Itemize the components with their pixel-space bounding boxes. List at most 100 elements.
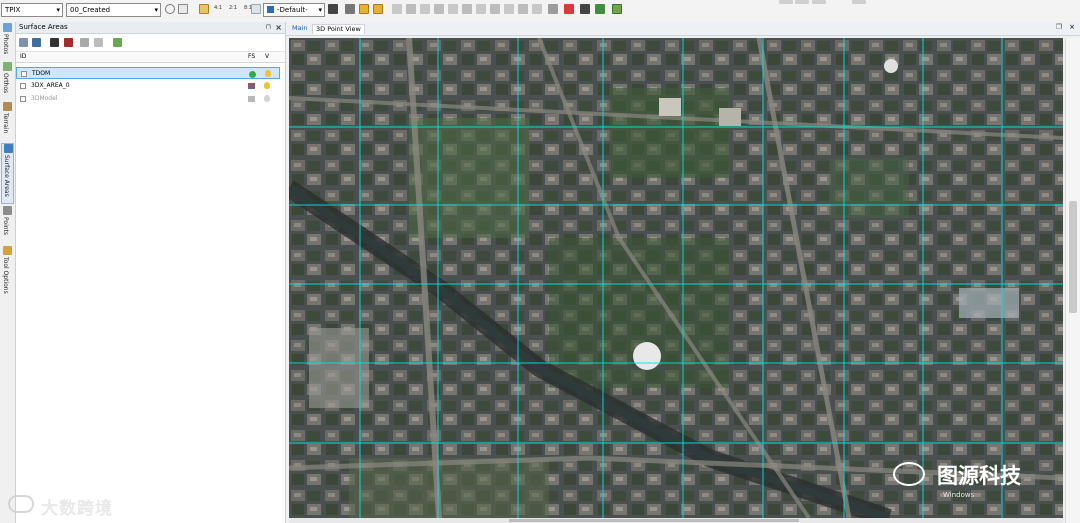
horizontal-scrollbar[interactable] [289, 518, 1063, 523]
tab-orthos-label: Orthos [2, 73, 9, 94]
col-fs[interactable]: FS [248, 52, 255, 62]
tool-13-icon[interactable] [595, 4, 605, 14]
main-toolbar: TPIX ▾ 00_Created ▾ 4:1 2:1 8:1 -Default… [0, 0, 1080, 23]
tool-options-icon [3, 246, 12, 255]
close-icon[interactable]: × [275, 22, 282, 33]
tab-points[interactable]: Points [1, 206, 14, 245]
delete-icon[interactable] [64, 38, 73, 47]
tool-11-icon[interactable] [532, 4, 542, 14]
delete-icon[interactable] [564, 4, 574, 14]
close-icon[interactable]: × [1069, 23, 1075, 31]
fit-icon[interactable] [199, 4, 209, 14]
watermark-logo-icon [8, 495, 34, 513]
col-id[interactable]: ID [20, 52, 26, 62]
measure-icon[interactable] [580, 4, 590, 14]
restore-icon[interactable]: ❐ [1056, 23, 1062, 31]
chevron-down-icon: ▾ [318, 6, 322, 14]
row-name: 3DModel [31, 95, 58, 102]
move-down-icon[interactable] [94, 38, 103, 47]
table-row[interactable]: 3DModel [16, 93, 280, 105]
tab-tool-options-label: Tool Options [2, 257, 9, 294]
tool-15-icon[interactable] [795, 0, 809, 4]
row-checkbox[interactable] [21, 71, 27, 77]
add-area-icon[interactable] [113, 38, 122, 47]
watermark-left-text: 大数跨境 [41, 499, 113, 519]
view-tabbar: Main 3D Point View ❐ × [286, 22, 1080, 36]
col-v[interactable]: V [265, 52, 269, 62]
scroll-thumb[interactable] [509, 519, 799, 522]
row-name: TDOM [32, 70, 51, 77]
table-header: ID FS V [16, 52, 285, 63]
import-icon[interactable] [50, 38, 59, 47]
panel-title: Surface Areas [19, 23, 68, 31]
tab-photos[interactable]: Photos [1, 23, 14, 61]
ortho-icon [3, 62, 12, 71]
terrain-icon [3, 102, 12, 111]
surface-areas-panel: Surface Areas ⊓ × ID FS V TDOM 3DX_AREA_… [8, 22, 286, 523]
tool-5-icon[interactable] [448, 4, 458, 14]
tool-9-icon[interactable] [504, 4, 514, 14]
scroll-thumb[interactable] [1069, 201, 1077, 313]
stage-combo[interactable]: 00_Created ▾ [66, 3, 161, 17]
chevron-down-icon: ▾ [154, 6, 158, 14]
tab-3d-point-view[interactable]: 3D Point View [312, 24, 365, 34]
tool-6-icon[interactable] [462, 4, 472, 14]
tool-12-icon[interactable] [548, 4, 558, 14]
zoom-2-1-button[interactable]: 2:1 [229, 5, 237, 11]
move-up-icon[interactable] [80, 38, 89, 47]
aerial-image[interactable] [289, 38, 1063, 518]
wechat-icon [893, 462, 925, 486]
side-tab-strip: Photos Orthos Terrain Surface Areas Poin… [0, 22, 16, 523]
open-icon[interactable] [19, 38, 28, 47]
lock-icon[interactable] [359, 4, 369, 14]
points-icon [3, 206, 12, 215]
tab-terrain[interactable]: Terrain [1, 102, 14, 144]
tool-8-icon[interactable] [490, 4, 500, 14]
row-checkbox[interactable] [20, 83, 26, 89]
tool-4-icon[interactable] [434, 4, 444, 14]
tab-photos-label: Photos [2, 34, 9, 55]
tool-3-icon[interactable] [420, 4, 430, 14]
layer-icon[interactable] [612, 4, 622, 14]
view-area: Main 3D Point View ❐ × 图源科技 Windows [286, 22, 1080, 523]
cursor-icon[interactable] [178, 4, 188, 14]
tool-10-icon[interactable] [518, 4, 528, 14]
tab-points-label: Points [2, 217, 9, 236]
panel-toolbar [16, 34, 285, 52]
status-ok-icon [249, 71, 256, 78]
unlock-icon[interactable] [373, 4, 383, 14]
tool-2-icon[interactable] [406, 4, 416, 14]
style-combo-value: -Default- [277, 6, 308, 14]
edit-icon[interactable] [328, 4, 338, 14]
row-name: 3DX_AREA_0 [31, 82, 70, 89]
save-icon[interactable] [345, 4, 355, 14]
tool-14-icon[interactable] [779, 0, 793, 4]
row-checkbox[interactable] [20, 96, 26, 102]
table-row[interactable]: 3DX_AREA_0 [16, 80, 280, 92]
style-combo[interactable]: -Default- ▾ [263, 3, 325, 17]
bulb-icon[interactable] [264, 95, 270, 102]
pin-icon[interactable]: ⊓ [266, 22, 271, 33]
zoom-icon[interactable] [251, 4, 261, 14]
tab-orthos[interactable]: Orthos [1, 62, 14, 101]
tpix-combo[interactable]: TPIX ▾ [1, 3, 63, 17]
tool-1-icon[interactable] [392, 4, 402, 14]
tab-surface-areas[interactable]: Surface Areas [1, 143, 14, 204]
tab-tool-options[interactable]: Tool Options [1, 246, 14, 300]
zoom-4-1-button[interactable]: 4:1 [214, 5, 222, 11]
tool-17-icon[interactable] [852, 0, 866, 4]
vertical-scrollbar[interactable] [1065, 38, 1080, 523]
watermark-right: 图源科技 Windows [893, 458, 1063, 499]
tpix-combo-value: TPIX [5, 6, 21, 14]
tab-terrain-label: Terrain [2, 113, 9, 134]
bulb-icon[interactable] [264, 82, 270, 89]
pan-icon[interactable] [165, 4, 175, 14]
ortho-map-view[interactable]: 图源科技 Windows [289, 38, 1063, 518]
model-icon [248, 83, 255, 89]
tab-main[interactable]: Main [289, 24, 311, 33]
tool-7-icon[interactable] [476, 4, 486, 14]
tool-16-icon[interactable] [812, 0, 826, 4]
save-icon[interactable] [32, 38, 41, 47]
bulb-icon[interactable] [265, 70, 271, 77]
table-row[interactable]: TDOM [16, 67, 280, 79]
